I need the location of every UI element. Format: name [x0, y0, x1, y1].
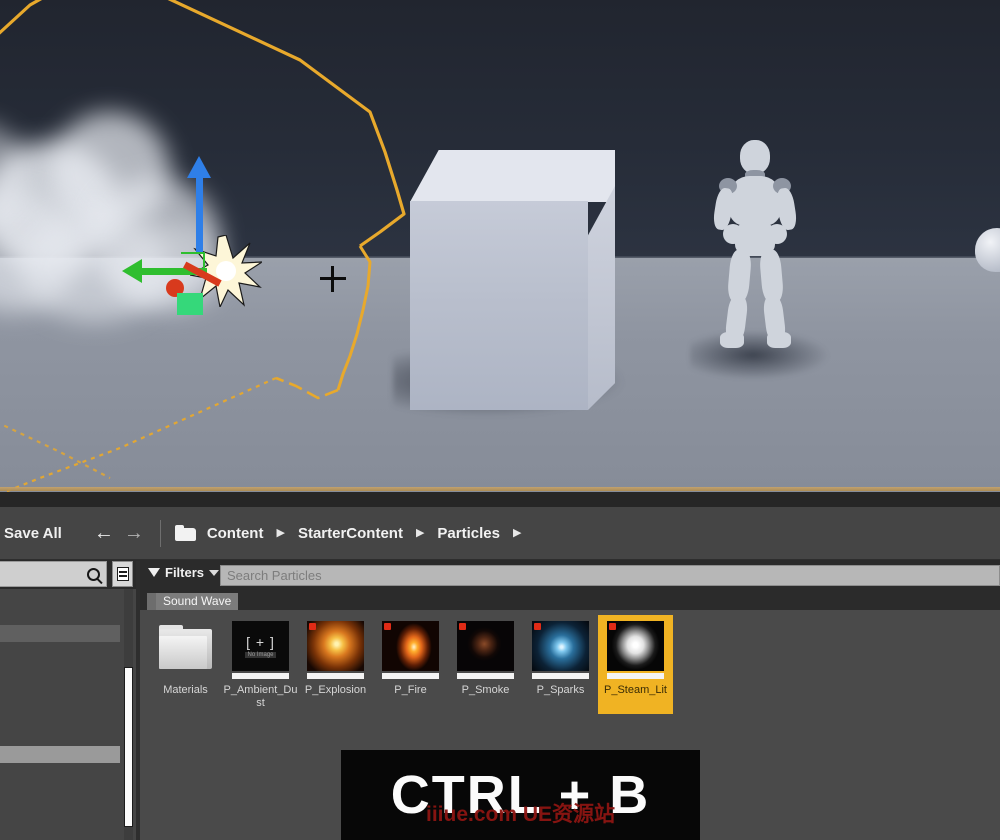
- content-browser-toolbar: Save All ← → Content ▶ StarterContent ▶ …: [0, 507, 1000, 560]
- asset-label: P_Explosion: [298, 684, 374, 697]
- crosshair-cursor: [320, 266, 346, 292]
- viewport-bottom-border: [0, 487, 1000, 491]
- asset-thumbnail: [307, 621, 364, 679]
- cube-front-face: [410, 201, 588, 410]
- dirty-state-icon: [309, 623, 316, 630]
- breadcrumb-chevron-icon[interactable]: ▶: [513, 528, 521, 539]
- magnifier-icon: [87, 568, 100, 581]
- filter-pill-label: Sound Wave: [156, 593, 238, 611]
- tree-search-input[interactable]: [0, 561, 107, 587]
- cube-side-face: [588, 186, 615, 410]
- save-all-button[interactable]: Save All: [0, 525, 72, 542]
- breadcrumb-chevron-icon[interactable]: ▶: [416, 528, 424, 539]
- forward-arrow-icon[interactable]: →: [124, 523, 144, 543]
- toolbar-divider: [160, 520, 161, 547]
- transform-gizmo[interactable]: [120, 160, 280, 310]
- asset-label: P_Smoke: [448, 684, 524, 697]
- asset-tile-materials[interactable]: Materials: [148, 615, 223, 714]
- back-arrow-icon[interactable]: ←: [94, 523, 114, 543]
- cube-top-face: [410, 150, 615, 202]
- shortcut-overlay: CTRL + B iiiue.com UE资源站: [341, 750, 700, 840]
- filters-label: Filters: [165, 565, 204, 580]
- level-viewport[interactable]: [0, 0, 1000, 492]
- asset-tree-panel[interactable]: [0, 589, 136, 840]
- asset-tile-p-ambient-dust[interactable]: [ + ] No Image P_Ambient_Dust: [223, 615, 298, 714]
- asset-tile-p-smoke[interactable]: P_Smoke: [448, 615, 523, 714]
- search-input[interactable]: Search Particles: [220, 565, 1000, 586]
- static-mesh-cube[interactable]: [410, 150, 615, 410]
- search-placeholder: Search Particles: [227, 568, 322, 583]
- asset-thumbnail: [457, 621, 514, 679]
- breadcrumb-item-content[interactable]: Content: [207, 525, 264, 542]
- filter-pill-sound-wave[interactable]: Sound Wave: [147, 593, 238, 611]
- dirty-state-icon: [534, 623, 541, 630]
- no-image-label: No Image: [245, 652, 275, 658]
- asset-thumbnail: [ + ] No Image: [232, 621, 289, 679]
- content-browser-top-strip: [0, 492, 1000, 507]
- breadcrumb-item-startercontent[interactable]: StarterContent: [298, 525, 403, 542]
- filters-button[interactable]: Filters: [148, 565, 219, 580]
- asset-label: P_Steam_Lit: [598, 684, 674, 697]
- asset-tile-p-steam-lit[interactable]: P_Steam_Lit: [598, 615, 673, 714]
- asset-label: P_Fire: [373, 684, 449, 697]
- asset-label: Materials: [148, 684, 224, 697]
- folder-thumbnail: [157, 621, 214, 679]
- asset-tile-p-fire[interactable]: P_Fire: [373, 615, 448, 714]
- gizmo-y-axis-arrow[interactable]: [122, 259, 142, 283]
- asset-grid: Materials [ + ] No Image P_Ambient_Dust: [148, 615, 673, 714]
- dirty-state-icon: [459, 623, 466, 630]
- dirty-state-icon: [384, 623, 391, 630]
- unreal-editor-window: Save All ← → Content ▶ StarterContent ▶ …: [0, 0, 1000, 840]
- breadcrumb-chevron-icon[interactable]: ▶: [276, 528, 284, 539]
- asset-tile-p-sparks[interactable]: P_Sparks: [523, 615, 598, 714]
- tree-scrollbar-thumb[interactable]: [124, 667, 133, 827]
- navigation-arrows: ← →: [94, 523, 144, 543]
- list-view-icon[interactable]: [112, 561, 133, 587]
- dirty-state-icon: [609, 623, 616, 630]
- no-image-plus: [ + ]: [246, 634, 275, 650]
- mannequin-character[interactable]: [707, 140, 803, 352]
- gizmo-z-axis[interactable]: [196, 170, 203, 252]
- gizmo-xy-plane-handle[interactable]: [177, 293, 203, 315]
- filter-color-swatch: [147, 593, 156, 611]
- folder-icon: [175, 525, 196, 541]
- tree-row-selected[interactable]: [0, 746, 120, 763]
- asset-thumbnail: [382, 621, 439, 679]
- asset-thumbnail: [532, 621, 589, 679]
- watermark-text: iiiue.com UE资源站: [341, 798, 700, 828]
- breadcrumb-item-particles[interactable]: Particles: [437, 525, 500, 542]
- funnel-icon: [148, 568, 160, 577]
- asset-label: P_Sparks: [523, 684, 599, 697]
- tree-row[interactable]: [0, 625, 120, 642]
- asset-thumbnail: [607, 621, 664, 679]
- asset-tile-p-explosion[interactable]: P_Explosion: [298, 615, 373, 714]
- chevron-down-icon: [209, 570, 219, 576]
- asset-label: P_Ambient_Dust: [223, 684, 299, 710]
